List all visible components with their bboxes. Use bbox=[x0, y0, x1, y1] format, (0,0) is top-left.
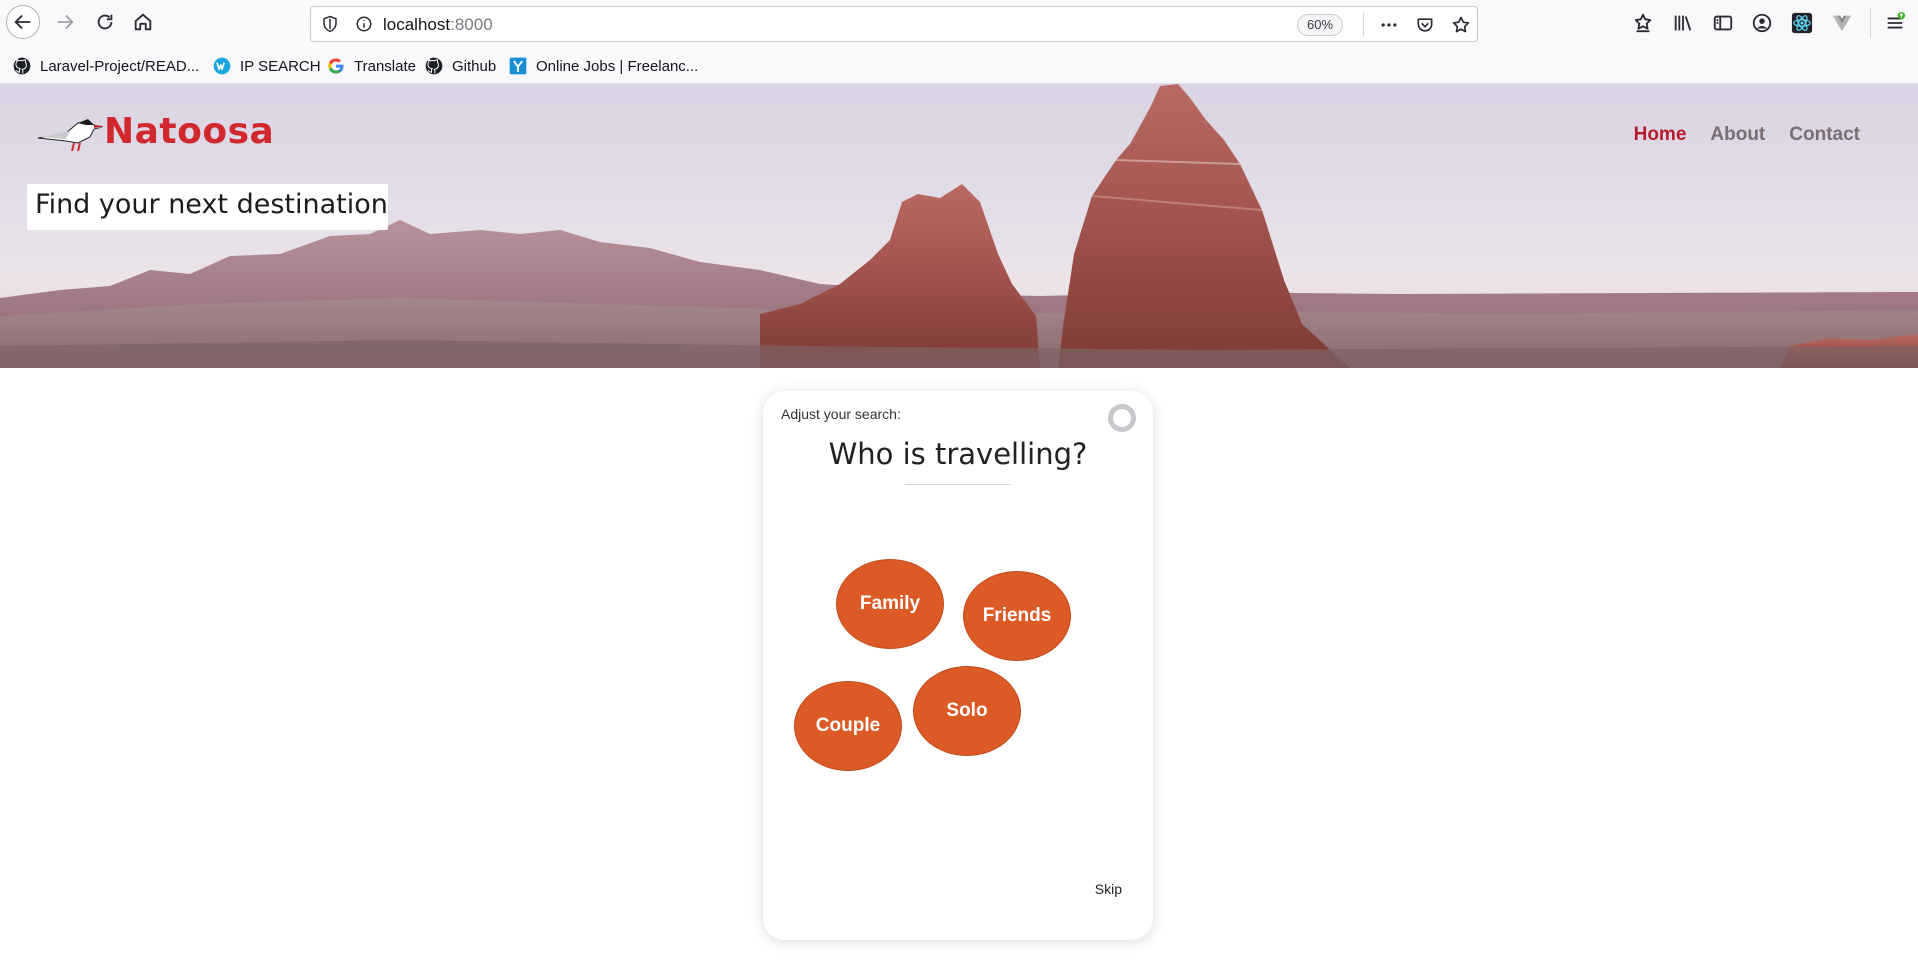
url-text[interactable]: localhost:8000 bbox=[383, 15, 493, 35]
github-icon bbox=[12, 56, 32, 76]
upwork-icon bbox=[508, 56, 528, 76]
more-horizontal-icon bbox=[1381, 23, 1397, 27]
info-icon[interactable] bbox=[355, 15, 373, 33]
star-icon bbox=[1452, 16, 1470, 33]
menu-button[interactable] bbox=[1882, 10, 1908, 36]
star-list-icon bbox=[1634, 13, 1652, 33]
sidebar-button[interactable] bbox=[1710, 10, 1736, 36]
skip-link[interactable]: Skip bbox=[1095, 881, 1122, 897]
nav-contact-link[interactable]: Contact bbox=[1789, 124, 1860, 146]
bookmark-label: Laravel-Project/READ... bbox=[40, 57, 200, 75]
nav-about-link[interactable]: About bbox=[1710, 124, 1765, 146]
reload-icon bbox=[97, 14, 113, 30]
hero-title: Find your next destination bbox=[27, 184, 388, 230]
library-icon bbox=[1674, 15, 1692, 31]
option-couple-button[interactable]: Couple bbox=[794, 681, 902, 771]
forward-button[interactable] bbox=[48, 5, 82, 39]
home-icon bbox=[134, 13, 152, 31]
shield-icon[interactable] bbox=[321, 15, 339, 33]
bookmark-label: Github bbox=[452, 57, 497, 75]
library-button[interactable] bbox=[1670, 10, 1696, 36]
pocket-button[interactable] bbox=[1413, 13, 1437, 37]
bookmark-github[interactable]: Github bbox=[424, 55, 496, 77]
search-adjust-card: Adjust your search: Who is travelling? F… bbox=[763, 391, 1153, 940]
url-port: :8000 bbox=[450, 15, 493, 34]
card-question: Who is travelling? bbox=[828, 437, 1088, 471]
card-hint-text: Adjust your search: bbox=[781, 406, 901, 422]
react-devtools-extension[interactable] bbox=[1789, 10, 1815, 36]
option-friends-button[interactable]: Friends bbox=[963, 571, 1071, 661]
url-host: localhost bbox=[383, 15, 451, 34]
bookmark-translate[interactable]: Translate bbox=[326, 55, 416, 77]
arrow-right-icon bbox=[57, 14, 74, 30]
browser-toolbar: localhost:8000 60% bbox=[0, 0, 1918, 46]
vue-icon bbox=[1832, 15, 1852, 32]
sidebar-icon bbox=[1713, 15, 1733, 31]
google-icon bbox=[326, 56, 346, 76]
github-icon bbox=[424, 56, 444, 76]
reading-list-button[interactable] bbox=[1630, 10, 1656, 36]
urlbar-divider bbox=[1363, 13, 1364, 37]
account-icon bbox=[1752, 13, 1772, 33]
bookmark-online-jobs[interactable]: Online Jobs | Freelanc... bbox=[508, 55, 698, 77]
react-icon bbox=[1791, 12, 1813, 34]
option-solo-button[interactable]: Solo bbox=[913, 666, 1021, 756]
bookmark-label: IP SEARCH bbox=[240, 57, 321, 75]
page-actions-button[interactable] bbox=[1377, 13, 1401, 37]
arrow-left-icon bbox=[14, 14, 31, 30]
hamburger-menu-icon bbox=[1887, 12, 1906, 29]
vue-devtools-extension[interactable] bbox=[1829, 10, 1855, 36]
home-button[interactable] bbox=[126, 5, 160, 39]
address-bar[interactable]: localhost:8000 60% bbox=[310, 6, 1478, 42]
title-underline bbox=[905, 484, 1011, 485]
brand-name: Natoosa bbox=[104, 110, 275, 152]
toolbar-divider bbox=[1870, 8, 1871, 38]
zoom-level-badge[interactable]: 60% bbox=[1297, 14, 1344, 36]
nav-home-link[interactable]: Home bbox=[1634, 124, 1687, 146]
bookmark-star-button[interactable] bbox=[1449, 13, 1473, 37]
site-navigation: Home About Contact bbox=[1634, 124, 1860, 146]
bookmark-ip-search[interactable]: IP SEARCH bbox=[212, 55, 321, 77]
account-button[interactable] bbox=[1749, 10, 1775, 36]
option-family-button[interactable]: Family bbox=[836, 559, 944, 649]
bookmark-label: Translate bbox=[354, 57, 416, 75]
card-close-icon[interactable] bbox=[1108, 404, 1136, 432]
bookmark-laravel-project[interactable]: Laravel-Project/READ... bbox=[12, 55, 199, 77]
pocket-icon bbox=[1417, 18, 1433, 32]
bird-logo-icon bbox=[37, 119, 104, 151]
reload-button[interactable] bbox=[88, 5, 122, 39]
whatismyip-icon bbox=[212, 56, 232, 76]
web-page: Natoosa Home About Contact Find your nex… bbox=[0, 84, 1918, 968]
site-logo[interactable]: Natoosa bbox=[36, 106, 274, 156]
bookmark-label: Online Jobs | Freelanc... bbox=[536, 57, 699, 75]
back-button[interactable] bbox=[6, 5, 40, 39]
bookmarks-toolbar: Laravel-Project/READ... IP SEARCH Transl… bbox=[0, 46, 1918, 84]
hero-banner: Natoosa Home About Contact Find your nex… bbox=[0, 84, 1918, 368]
